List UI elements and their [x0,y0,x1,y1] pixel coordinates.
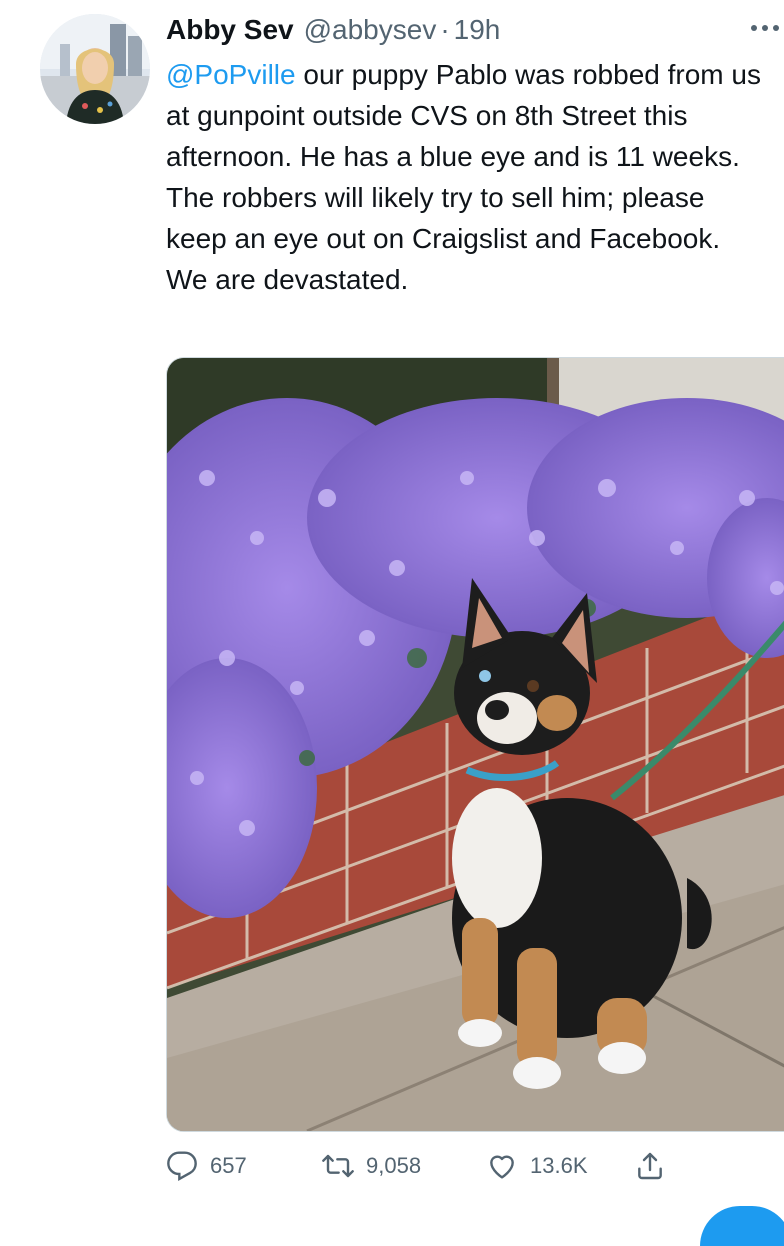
tweet-header: Abby Sev @abbysev · 19h [166,12,500,48]
share-icon [634,1150,666,1182]
author-avatar[interactable] [40,14,150,124]
retweet-count: 9,058 [366,1153,422,1178]
reply-button[interactable]: 657 [166,1150,247,1182]
tweet-time[interactable]: 19h [454,14,501,46]
heart-icon [486,1150,518,1182]
retweet-icon [322,1150,354,1182]
puppy-photo[interactable] [166,357,784,1132]
tweet-text: @PoPville our puppy Pablo was robbed fro… [166,54,766,300]
compose-tweet-button[interactable] [700,1206,784,1246]
reply-count: 657 [210,1153,247,1178]
tweet-actions: 657 9,058 13.6K [166,1143,726,1189]
more-icon[interactable] [748,16,782,40]
share-button[interactable] [634,1150,666,1182]
like-button[interactable]: 13.6K [486,1150,588,1182]
author-handle[interactable]: @abbysev [304,14,437,46]
retweet-button[interactable]: 9,058 [322,1150,421,1182]
like-count: 13.6K [530,1153,588,1178]
mention-link[interactable]: @PoPville [166,59,296,90]
separator-dot: · [440,14,450,45]
reply-icon [166,1150,198,1182]
tweet-body: our puppy Pablo was robbed from us at gu… [166,59,761,295]
author-name[interactable]: Abby Sev [166,14,294,46]
